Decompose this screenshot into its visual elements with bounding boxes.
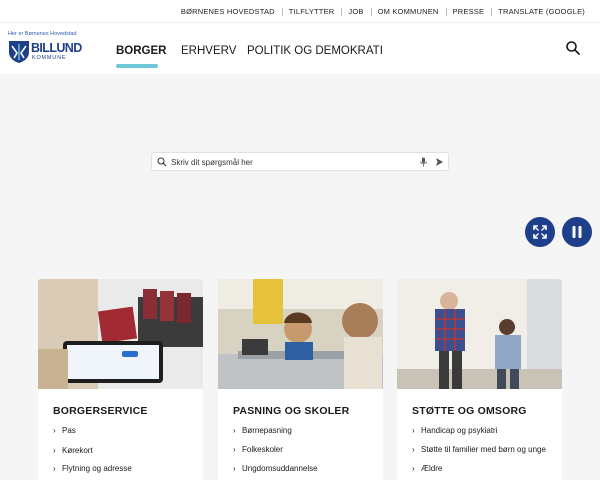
chevron-right-icon: › [412,445,415,454]
main-header: Her er Børnenes Hovedstad BILLUND KOMMUN… [0,22,600,74]
card-link-flytning-og-adresse[interactable]: › Flytning og adresse [53,464,132,473]
pause-icon [572,226,582,238]
logo-subtitle: KOMMUNE [32,55,67,61]
pause-button[interactable] [562,217,592,247]
search-icon[interactable] [565,40,581,56]
card-link-folkeskoler[interactable]: › Folkeskoler [233,445,283,454]
search-input[interactable] [171,155,411,169]
card-link-label: Kørekort [62,446,93,455]
chevron-right-icon: › [233,464,236,473]
card-image-passport-desk [38,279,203,389]
chevron-right-icon: › [53,446,56,455]
logo-tagline: Her er Børnenes Hovedstad [8,31,77,37]
card-link-pas[interactable]: › Pas [53,426,76,435]
top-link-om-kommunen[interactable]: OM KOMMUNEN [370,7,446,16]
card-pasning-og-skoler[interactable]: PASNING OG SKOLER › Børnepasning › Folke… [218,279,383,480]
fullscreen-button[interactable] [525,217,555,247]
card-link-label: Handicap og psykiatri [421,426,498,435]
card-image-elderly-care [397,279,562,389]
chevron-right-icon: › [412,426,415,435]
search-bar [151,152,449,171]
nav-politik-og-demokrati[interactable]: POLITIK OG DEMOKRATI [247,45,383,57]
nav-active-indicator [116,64,158,68]
chevron-right-icon: › [233,445,236,454]
chevron-right-icon: › [233,426,236,435]
card-link-label: Ældre [421,464,443,473]
card-link-ungdomsuddannelse[interactable]: › Ungdomsuddannelse [233,464,318,473]
card-link-label: Børnepasning [242,426,292,435]
card-title: BORGERSERVICE [53,405,148,417]
card-borgerservice[interactable]: BORGERSERVICE › Pas › Kørekort › Flytnin… [38,279,203,480]
send-arrow-icon[interactable] [435,157,444,167]
card-link-label: Flytning og adresse [62,464,132,473]
card-link-label: Ungdomsuddannelse [242,464,318,473]
top-link-translate[interactable]: TRANSLATE (GOOGLE) [491,7,592,16]
microphone-icon[interactable] [419,157,428,167]
chevron-right-icon: › [53,426,56,435]
card-link-boernepasning[interactable]: › Børnepasning [233,426,292,435]
search-icon [157,157,167,167]
card-title: PASNING OG SKOLER [233,405,350,417]
utility-bar: BØRNENES HOVEDSTAD TILFLYTTER JOB OM KOM… [0,0,600,22]
fullscreen-icon [533,225,547,239]
chevron-right-icon: › [53,464,56,473]
card-link-label: Støtte til familier med børn og unge [421,445,546,454]
card-stoette-og-omsorg[interactable]: STØTTE OG OMSORG › Handicap og psykiatri… [397,279,562,480]
card-link-handicap-og-psykiatri[interactable]: › Handicap og psykiatri [412,426,497,435]
top-link-boernenes-hovedstad[interactable]: BØRNENES HOVEDSTAD [174,7,282,16]
card-link-koerekort[interactable]: › Kørekort [53,446,93,455]
card-link-label: Pas [62,426,76,435]
nav-erhverv[interactable]: ERHVERV [181,45,236,57]
billund-logo[interactable]: Her er Børnenes Hovedstad BILLUND KOMMUN… [8,31,98,71]
nav-borger[interactable]: BORGER [116,45,166,57]
card-link-stoette-til-familier[interactable]: › Støtte til familier med børn og unge [412,445,546,454]
shield-icon [9,41,29,63]
top-link-job[interactable]: JOB [341,7,370,16]
card-link-label: Folkeskoler [242,445,283,454]
card-link-aeldre[interactable]: › Ældre [412,464,442,473]
card-title: STØTTE OG OMSORG [412,405,527,417]
top-link-presse[interactable]: PRESSE [445,7,492,16]
card-image-classroom [218,279,383,389]
logo-name: BILLUND [31,41,82,55]
top-link-tilflytter[interactable]: TILFLYTTER [281,7,342,16]
chevron-right-icon: › [412,464,415,473]
